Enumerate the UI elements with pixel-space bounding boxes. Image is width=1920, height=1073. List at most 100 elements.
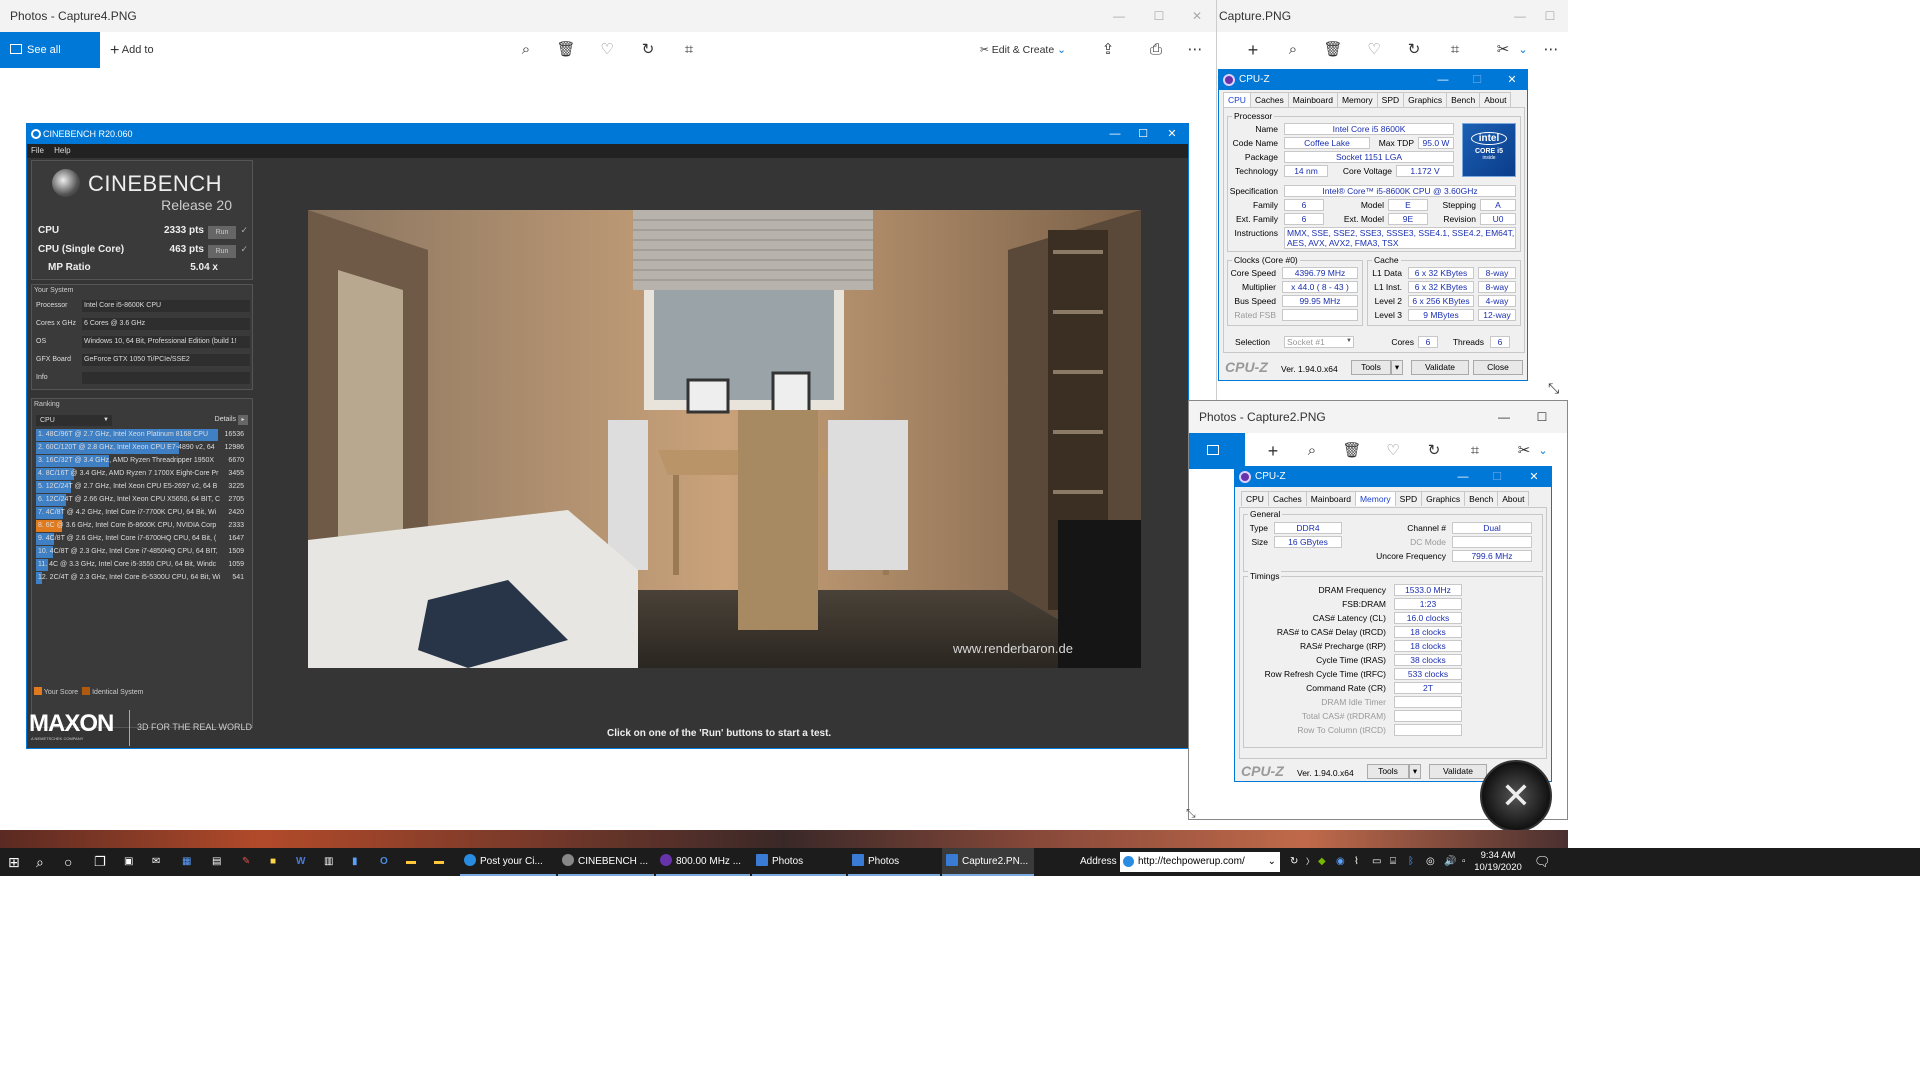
print-icon[interactable]: ⎙ [1146, 40, 1166, 60]
maximize-button[interactable]: ☐ [1461, 70, 1493, 90]
paint-icon[interactable]: ✎ [242, 848, 250, 876]
more-icon[interactable]: ⋯ [1541, 40, 1561, 60]
task-view-icon[interactable]: ❐ [94, 848, 106, 876]
menu-file[interactable]: File [31, 146, 44, 155]
close-button[interactable]: ✕ [1178, 0, 1216, 32]
tab-spd[interactable]: SPD [1376, 92, 1405, 107]
taskbar-app-2[interactable]: 800.00 MHz ... [656, 848, 750, 876]
minimize-button[interactable]: — [1427, 70, 1459, 90]
tools-dropdown[interactable]: ▾ [1409, 764, 1421, 779]
tab-cpu[interactable]: CPU [1223, 92, 1251, 107]
ranking-row[interactable]: 2. 60C/120T @ 2.8 GHz, Intel Xeon CPU E7… [36, 442, 248, 454]
edit-icon[interactable]: ✂ [1514, 441, 1534, 461]
taskbar-app-0[interactable]: Post your Ci... [460, 848, 556, 876]
cortana-icon[interactable]: ○ [64, 848, 72, 876]
taskbar-app-1[interactable]: CINEBENCH ... [558, 848, 654, 876]
plus-icon[interactable]: + [1263, 441, 1283, 461]
start-icon[interactable]: ⊞ [8, 848, 20, 876]
tools-dropdown[interactable]: ▾ [1391, 360, 1403, 375]
menu-help[interactable]: Help [54, 146, 70, 155]
zoom-in-icon[interactable]: ⌕ [516, 40, 536, 60]
word-icon[interactable]: W [296, 848, 305, 876]
share-icon[interactable]: ⇪ [1098, 40, 1118, 60]
refresh-icon[interactable]: ↻ [1290, 848, 1298, 876]
file-explorer-icon[interactable]: ▬ [406, 848, 416, 876]
zoom-in-icon[interactable]: ⌕ [1283, 40, 1303, 60]
tools-button[interactable]: Tools [1367, 764, 1409, 779]
tab-about[interactable]: About [1497, 491, 1530, 506]
ranking-row[interactable]: 8. 6C @ 3.6 GHz, Intel Core i5-8600K CPU… [36, 520, 248, 532]
details-button[interactable]: Details ▸ [215, 415, 248, 425]
minimize-button[interactable]: — [1100, 124, 1130, 144]
tab-graphics[interactable]: Graphics [1403, 92, 1448, 107]
rotate-icon[interactable]: ↻ [1404, 40, 1424, 60]
taskbar-app-3[interactable]: Photos [752, 848, 846, 876]
ranking-select[interactable]: CPU ▼ [36, 415, 112, 426]
rotate-icon[interactable]: ↻ [1424, 441, 1444, 461]
close-button[interactable]: ✕ [1518, 467, 1550, 487]
validate-button[interactable]: Validate [1411, 360, 1469, 375]
edit-icon[interactable]: ✂ [1493, 40, 1513, 60]
rotate-icon[interactable]: ↻ [638, 40, 658, 60]
chevron-down-icon[interactable]: ⌄ [1533, 441, 1553, 461]
ranking-row[interactable]: 9. 4C/8T @ 2.6 GHz, Intel Core i7-6700HQ… [36, 533, 248, 545]
ranking-row[interactable]: 4. 8C/16T @ 3.4 GHz, AMD Ryzen 7 1700X E… [36, 468, 248, 480]
mail-icon[interactable]: ✉ [152, 848, 160, 876]
clock[interactable]: 9:34 AM 10/19/2020 [1470, 850, 1526, 874]
ranking-row[interactable]: 1. 48C/96T @ 2.7 GHz, Intel Xeon Platinu… [36, 429, 248, 441]
zoom-in-icon[interactable]: ⌕ [1302, 441, 1322, 461]
network-icon[interactable]: ⌇ [1354, 848, 1359, 876]
validate-button[interactable]: Validate [1429, 764, 1487, 779]
store-icon[interactable]: ▣ [124, 848, 133, 876]
tab-memory[interactable]: Memory [1354, 491, 1396, 506]
tab-graphics[interactable]: Graphics [1421, 491, 1466, 506]
tab-spd[interactable]: SPD [1394, 491, 1423, 506]
volume-icon[interactable]: 🔊 [1444, 848, 1456, 876]
see-all-photos-button[interactable] [1189, 433, 1245, 469]
tray-monitor-icon[interactable]: ▫ [1462, 848, 1466, 876]
heart-icon[interactable]: ♡ [1364, 40, 1384, 60]
ranking-row[interactable]: 3. 16C/32T @ 3.4 GHz, AMD Ryzen Threadri… [36, 455, 248, 467]
tab-cpu[interactable]: CPU [1241, 491, 1269, 506]
security-icon[interactable]: ◎ [1426, 848, 1435, 876]
see-all-photos-button[interactable]: See all photos [0, 32, 100, 92]
files-icon[interactable]: ▤ [212, 848, 221, 876]
ranking-row[interactable]: 6. 12C/24T @ 2.66 GHz, Intel Xeon CPU X5… [36, 494, 248, 506]
resize-icon[interactable]: ⤡ [1548, 380, 1559, 397]
close-button[interactable]: Close [1473, 360, 1523, 375]
add-to-button[interactable]: + Add to [110, 32, 154, 68]
more-icon[interactable]: ⋯ [1185, 40, 1205, 60]
plus-icon[interactable]: + [1243, 40, 1263, 60]
nvidia-icon[interactable]: ◆ [1318, 848, 1326, 876]
delete-icon[interactable]: 🗑 [556, 40, 576, 60]
maximize-button[interactable]: ☐ [1128, 124, 1158, 144]
delete-icon[interactable]: 🗑 [1323, 40, 1343, 60]
close-button[interactable]: ✕ [1157, 124, 1187, 144]
crop-icon[interactable]: ⌗ [1465, 441, 1485, 461]
address-bar[interactable]: http://techpowerup.com/ ⌄ [1120, 852, 1280, 872]
calculator-icon[interactable]: ▥ [324, 848, 333, 876]
tab-caches[interactable]: Caches [1249, 92, 1289, 107]
chevron-down-icon[interactable]: ⌄ [1513, 40, 1533, 60]
edit-create-button[interactable]: ✂ Edit & Create ⌄ [980, 32, 1066, 68]
xbox-gamebar-icon[interactable]: ✕ [1480, 760, 1552, 832]
tab-mainboard[interactable]: Mainboard [1287, 92, 1338, 107]
tab-bench[interactable]: Bench [1464, 491, 1499, 506]
minimize-button[interactable]: — [1447, 467, 1479, 487]
ranking-row[interactable]: 11. 4C @ 3.3 GHz, Intel Core i5-3550 CPU… [36, 559, 248, 571]
usb-icon[interactable]: ⌸ [1390, 848, 1396, 876]
resize-icon[interactable]: ⤡ [1186, 806, 1196, 821]
tray-app-icon[interactable]: ◉ [1336, 848, 1345, 876]
outlook-icon[interactable]: O [380, 848, 388, 876]
ranking-row[interactable]: 5. 12C/24T @ 2.7 GHz, Intel Xeon CPU E5-… [36, 481, 248, 493]
tray-chevron-icon[interactable]: 〉 [1306, 848, 1314, 876]
maximize-button[interactable]: ☐ [1140, 0, 1178, 32]
taskbar-app-4[interactable]: Photos [848, 848, 940, 876]
minimize-button[interactable]: — [1485, 401, 1523, 433]
tab-memory[interactable]: Memory [1336, 92, 1378, 107]
run-cpu-button[interactable]: Run [208, 226, 236, 239]
close-button[interactable]: ✕ [1496, 70, 1528, 90]
minimize-button[interactable]: — [1100, 0, 1138, 32]
maximize-button[interactable]: ☐ [1481, 467, 1513, 487]
tools-button[interactable]: Tools [1351, 360, 1391, 375]
